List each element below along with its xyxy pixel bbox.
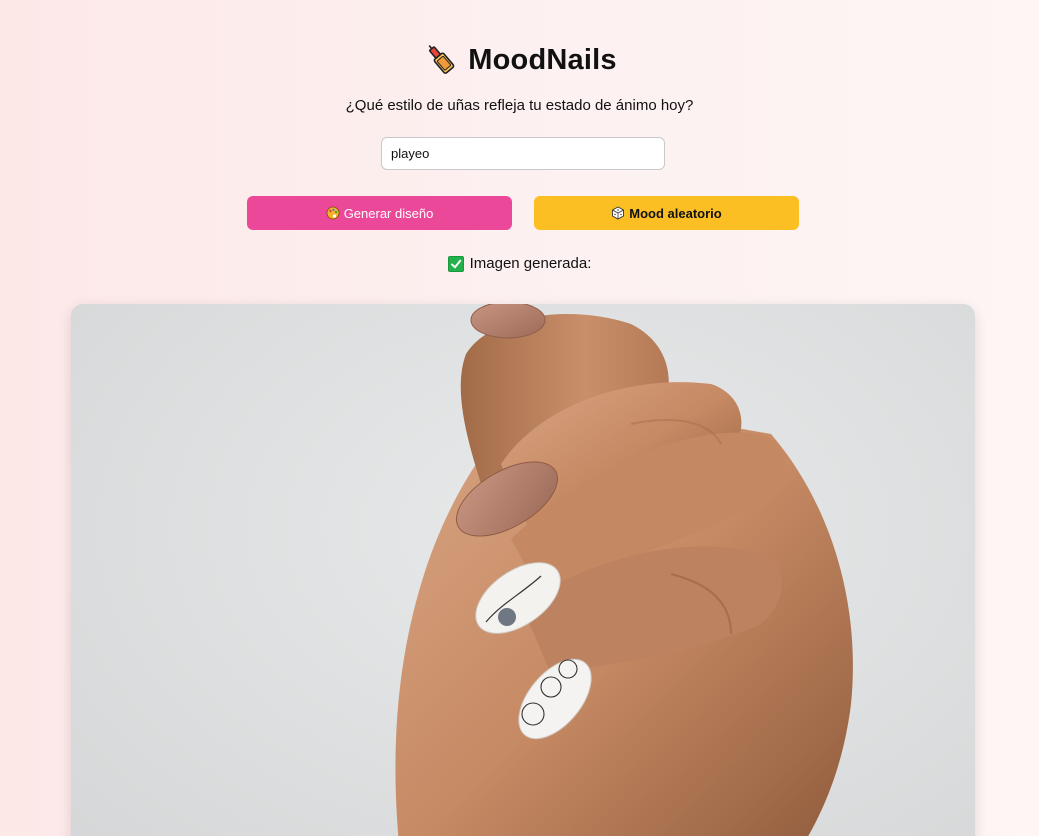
random-mood-label: Mood aleatorio [629,205,722,221]
generated-image [71,304,975,836]
page-subtitle: ¿Qué estilo de uñas refleja tu estado de… [345,97,694,114]
nail-polish-icon [428,45,455,74]
random-mood-button[interactable]: Mood aleatorio [534,196,799,230]
check-icon [447,255,464,272]
generate-design-button[interactable]: Generar diseño [247,196,512,230]
palette-icon [326,206,340,220]
mood-input[interactable] [381,137,665,170]
app-title: MoodNails [468,43,617,76]
generate-design-label: Generar diseño [343,205,434,221]
status-text: Imagen generada: [469,255,592,272]
app-header: MoodNails [0,42,1039,78]
hand-illustration [395,304,853,836]
dice-icon [612,206,625,220]
status-message: Imagen generada: [0,255,1039,272]
